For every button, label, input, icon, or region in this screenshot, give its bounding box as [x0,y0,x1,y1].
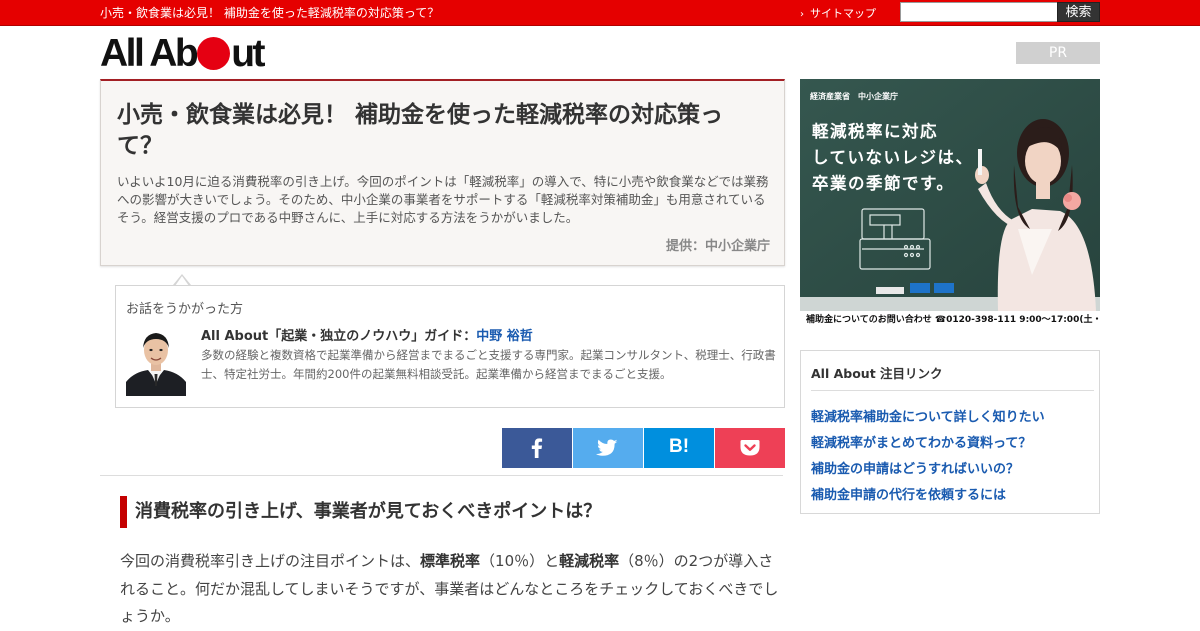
ad-contact-line: 補助金についてのお問い合わせ ☎0120-398-111 9:00〜17:00(… [800,311,1100,329]
top-bar: 小売・飲食業は必見！ 補助金を使った軽減税率の対応策って？ › サイトマップ 検索 [0,0,1200,26]
hatena-bookmark-button[interactable]: B! [644,428,714,468]
facebook-share-button[interactable] [502,428,572,468]
hatena-label: B! [668,436,690,457]
attention-link[interactable]: 補助金申請の代行を依頼するには [811,484,1006,503]
ad-sponsor-1: 経済産業省 [810,92,850,101]
page-title: 小売・飲食業は必見！ 補助金を使った軽減税率の対応策って？ [117,102,724,159]
section-heading: 消費税率の引き上げ、事業者が見ておくべきポイントは？ [120,496,601,528]
ad-banner[interactable]: 経済産業省 中小企業庁 軽減税率に対応していないレジは、 卒業の季節です。 補助金… [800,79,1100,329]
pocket-share-button[interactable] [715,428,785,468]
attention-links-heading: All About 注目リンク [811,366,943,381]
top-bar-title[interactable]: 小売・飲食業は必見！ 補助金を使った軽減税率の対応策って？ [100,4,439,21]
attention-link[interactable]: 補助金の申請はどうすればいいの？ [811,458,1019,477]
standard-tax-rate-term: 標準税率 [420,552,481,570]
guide-name-line: All About「起業・独立のノウハウ」ガイド：中野 裕哲 [201,325,533,344]
logo-text-left: All Ab [100,32,199,75]
ad-copy-line-2: していないレジは、 [812,148,974,167]
ad-copy-line-3: 卒業の季節です。 [812,174,955,193]
twitter-share-button[interactable] [573,428,643,468]
article-paragraph: 今回の消費税率引き上げの注目ポイントは、標準税率（10％）と軽減税率（8％）の2… [120,548,780,631]
lead-box: 小売・飲食業は必見！ 補助金を使った軽減税率の対応策って？ いよいよ10月に迫る… [100,79,785,266]
lead-summary: いよいよ10月に迫る消費税率の引き上げ。今回のポイントは「軽減税率」の導入で、特… [117,174,769,225]
attention-links-box: All About 注目リンク 軽減税率補助金について詳しく知りたい 軽減税率が… [800,350,1100,514]
logo-text-right: ut [231,32,265,75]
section-divider [100,475,783,476]
paragraph-text: 今回の消費税率引き上げの注目ポイントは、 [120,552,421,570]
pocket-icon [740,440,760,456]
search-input[interactable] [900,2,1060,22]
attention-link[interactable]: 軽減税率がまとめてわかる資料って？ [811,432,1031,451]
attention-link[interactable]: 軽減税率補助金について詳しく知りたい [811,406,1045,425]
reduced-tax-rate-term: 軽減税率 [559,552,620,570]
paragraph-text: （10％）と [480,552,560,570]
ad-copy-line-1: 軽減税率に対応 [812,122,938,141]
ad-sponsor-2: 中小企業庁 [858,92,898,101]
guide-bio: 多数の経験と複数資格で起業準備から経営までまるごと支援する専門家。起業コンサルタ… [201,348,776,381]
guide-box: お話をうかがった方 All About「起業・独立のノウハウ」ガイド：中野 裕哲… [115,285,785,408]
facebook-icon [531,438,543,458]
guide-name-link[interactable]: 中野 裕哲 [476,329,533,344]
pr-badge: PR [1016,42,1100,64]
guide-avatar [126,324,186,396]
sitemap-label: サイトマップ [810,7,876,20]
ad-background [800,79,1100,311]
chevron-right-icon: › [800,9,804,20]
search-button[interactable]: 検索 [1057,2,1100,22]
ad-copy: 軽減税率に対応していないレジは、 卒業の季節です。 [812,119,974,197]
guide-label: お話をうかがった方 [126,302,244,317]
ad-sponsor: 経済産業省 中小企業庁 [810,91,898,102]
all-about-logo[interactable]: All Ab ut [100,32,266,75]
attention-links-divider [811,390,1094,391]
guide-title-prefix: All About「起業・独立のノウハウ」ガイド： [201,329,477,344]
provider-credit: 提供：中小企業庁 [665,239,770,254]
logo-o-icon [197,37,231,70]
sitemap-link[interactable]: › サイトマップ [800,5,876,21]
twitter-icon [595,439,618,456]
